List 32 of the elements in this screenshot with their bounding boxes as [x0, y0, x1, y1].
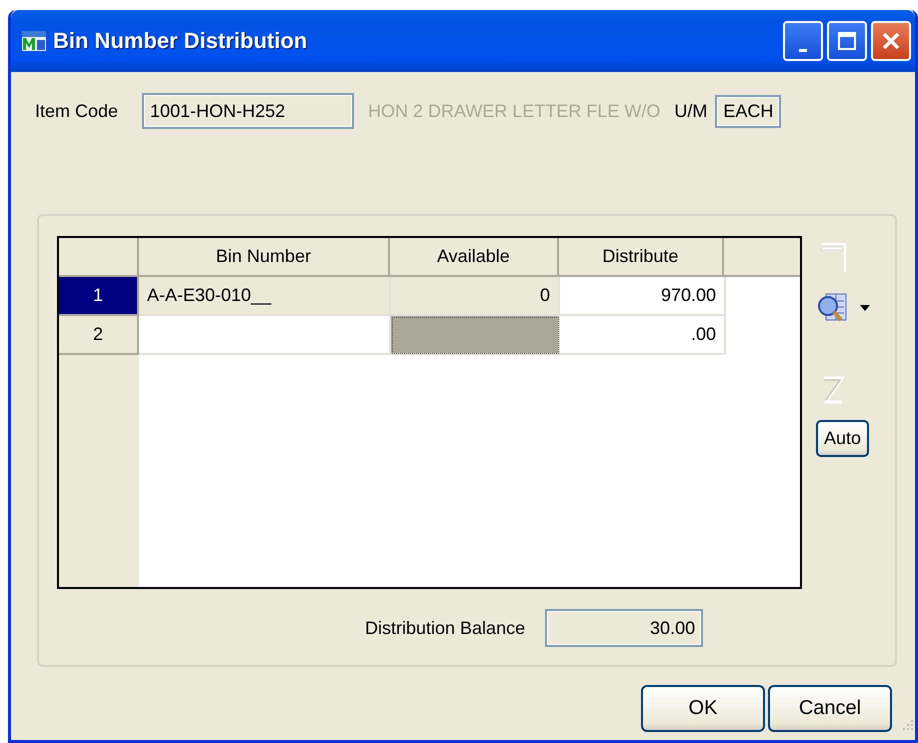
minimize-icon: [799, 48, 807, 52]
balance-field: 30.00: [545, 609, 704, 647]
app-icon: [21, 30, 47, 52]
close-button[interactable]: [871, 21, 911, 61]
unit-label: U/M: [674, 100, 708, 122]
item-code-field[interactable]: 1001-HON-H252: [142, 93, 354, 129]
maximize-icon: [837, 31, 857, 51]
close-icon: [881, 31, 901, 51]
item-code-label: Item Code: [35, 100, 118, 122]
table-cell[interactable]: A-A-E30-010__: [139, 277, 391, 316]
row-header[interactable]: 1: [59, 277, 139, 316]
column-header[interactable]: Bin Number: [138, 238, 390, 277]
balance-label: Distribution Balance: [365, 618, 526, 638]
unit-field: EACH: [715, 94, 782, 128]
item-description: HON 2 DRAWER LETTER FLE W/O: [368, 100, 660, 122]
column-header[interactable]: Distribute: [558, 238, 724, 277]
dialog-button[interactable]: OK: [641, 685, 765, 732]
resize-grip-icon: [901, 718, 915, 732]
lookup-dropdown-button[interactable]: [816, 292, 870, 324]
column-header[interactable]: Available: [390, 238, 559, 277]
minimize-button[interactable]: [783, 21, 823, 61]
table-cell[interactable]: .00: [560, 316, 726, 355]
table-cell[interactable]: [139, 316, 391, 355]
caret-icon: [860, 305, 870, 311]
auto-button[interactable]: Auto: [816, 420, 870, 457]
window-title: Bin Number Distribution: [53, 28, 308, 54]
table-cell[interactable]: [391, 316, 560, 355]
table-cell[interactable]: 0: [391, 277, 560, 316]
dialog-button[interactable]: Cancel: [768, 685, 892, 732]
table-cell[interactable]: 970.00: [560, 277, 726, 316]
maximize-button[interactable]: [827, 21, 867, 61]
row-header[interactable]: 2: [59, 316, 139, 355]
